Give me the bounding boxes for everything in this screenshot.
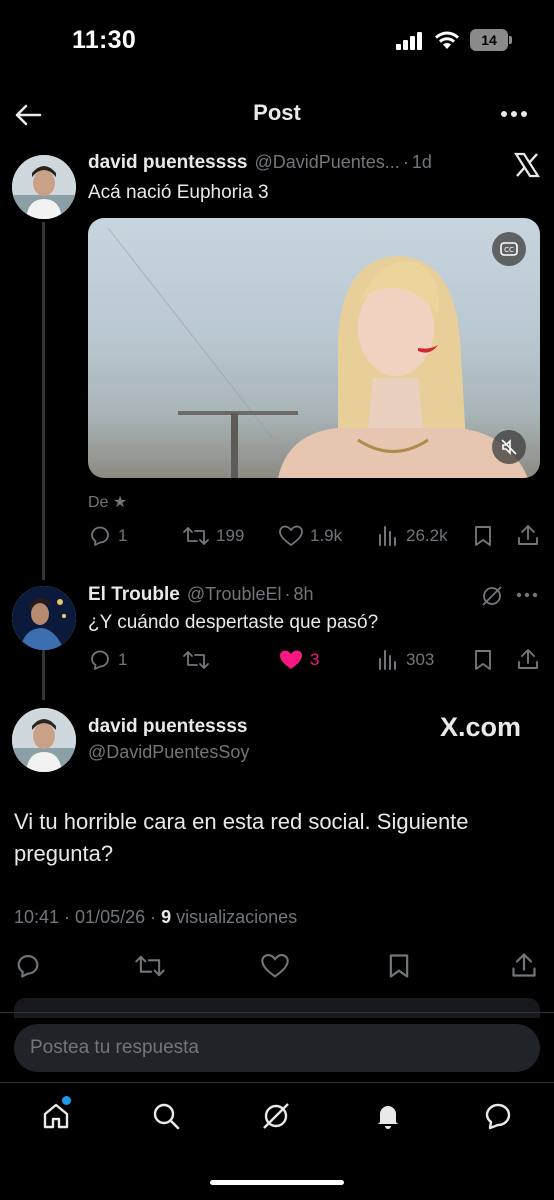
- more-icon[interactable]: [516, 588, 538, 602]
- mute-button[interactable]: [492, 430, 526, 464]
- separator-dot: ·: [284, 584, 291, 604]
- thread-line: [42, 650, 45, 700]
- retweet-icon: [183, 651, 209, 669]
- retweet-button[interactable]: 199: [182, 524, 244, 548]
- reply-input[interactable]: Postea tu respuesta: [14, 1024, 540, 1072]
- collapsed-card: [14, 998, 540, 1018]
- main-post-text: Vi tu horrible cara en esta red social. …: [14, 809, 469, 866]
- author-handle[interactable]: @DavidPuentesSoy: [88, 742, 249, 763]
- avatar[interactable]: [12, 708, 76, 772]
- notification-dot: [62, 1096, 71, 1105]
- reply-button[interactable]: 1: [88, 524, 127, 548]
- messages-icon[interactable]: [482, 1100, 514, 1132]
- post-text: Acá nació Euphoria 3: [88, 182, 269, 203]
- x-logo-icon: [514, 152, 540, 178]
- like-button[interactable]: 3: [278, 648, 319, 672]
- cc-button[interactable]: CC: [492, 232, 526, 266]
- post-meta: 10:41 · 01/05/26 · 9 visualizaciones: [14, 907, 297, 928]
- like-icon: [280, 650, 302, 669]
- brand-watermark: X.com: [440, 712, 522, 742]
- svg-text:CC: CC: [504, 246, 514, 254]
- views-button[interactable]: 26.2k: [376, 524, 448, 548]
- views-count: 26.2k: [406, 526, 448, 545]
- bell-icon[interactable]: [372, 1100, 404, 1132]
- views-button[interactable]: 303: [376, 648, 434, 672]
- views-icon: [379, 526, 396, 546]
- search-icon[interactable]: [150, 1100, 182, 1132]
- signal-icon: [396, 32, 426, 50]
- share-icon[interactable]: [516, 523, 540, 547]
- source-label[interactable]: De ★: [88, 492, 127, 512]
- cc-icon: CC: [500, 242, 518, 256]
- bookmark-icon[interactable]: [472, 524, 494, 548]
- views-icon: [379, 650, 396, 670]
- author-name[interactable]: david puentessss: [88, 716, 247, 738]
- views-count: 303: [406, 650, 435, 669]
- like-icon[interactable]: [260, 952, 290, 980]
- post-text: ¿Y cuándo despertaste que pasó?: [88, 612, 379, 633]
- battery-indicator: 14: [470, 29, 512, 51]
- retweet-icon[interactable]: [134, 952, 166, 980]
- bookmark-icon[interactable]: [386, 952, 412, 980]
- divider: [0, 1082, 554, 1083]
- author-handle[interactable]: @DavidPuentes...: [254, 152, 399, 173]
- share-icon[interactable]: [516, 647, 540, 671]
- like-button[interactable]: 1.9k: [278, 524, 342, 548]
- reply-icon: [91, 650, 109, 670]
- like-count: 1.9k: [310, 526, 343, 545]
- thread-line: [42, 222, 45, 580]
- status-time: 11:30: [72, 26, 137, 54]
- bookmark-icon[interactable]: [472, 648, 494, 672]
- avatar[interactable]: [12, 586, 76, 650]
- reply-button[interactable]: 1: [88, 648, 127, 672]
- author-name[interactable]: david puentessss: [88, 152, 247, 174]
- author-handle[interactable]: @TroubleEl: [187, 584, 282, 605]
- separator-dot: ·: [402, 152, 409, 172]
- retweet-button[interactable]: [182, 648, 216, 672]
- post-time: 1d: [411, 152, 432, 172]
- home-indicator: [210, 1180, 344, 1185]
- like-icon: [279, 525, 303, 547]
- like-count: 3: [310, 650, 320, 669]
- mute-icon: [501, 439, 517, 455]
- post-time: 8h: [293, 584, 314, 604]
- wifi-icon: [434, 30, 460, 50]
- bottom-nav: [0, 1090, 554, 1146]
- author-name[interactable]: El Trouble: [88, 584, 180, 606]
- share-icon[interactable]: [510, 951, 538, 979]
- avatar[interactable]: [12, 155, 76, 219]
- views-count: 9: [161, 907, 172, 927]
- divider: [0, 1012, 554, 1013]
- grok-icon[interactable]: [480, 584, 504, 608]
- page-title: Post: [253, 100, 301, 125]
- post-timestamp: 10:41 · 01/05/26 ·: [14, 907, 162, 927]
- retweet-icon: [183, 527, 209, 545]
- video-frame: [107, 227, 528, 478]
- grok-icon[interactable]: [260, 1100, 292, 1132]
- more-icon[interactable]: [500, 104, 528, 124]
- reply-count: 1: [118, 526, 128, 545]
- reply-count: 1: [118, 650, 128, 669]
- video-player[interactable]: CC: [88, 218, 540, 478]
- views-label: visualizaciones: [171, 907, 298, 927]
- reply-icon: [91, 526, 109, 546]
- retweet-count: 199: [216, 526, 245, 545]
- reply-icon[interactable]: [14, 952, 42, 980]
